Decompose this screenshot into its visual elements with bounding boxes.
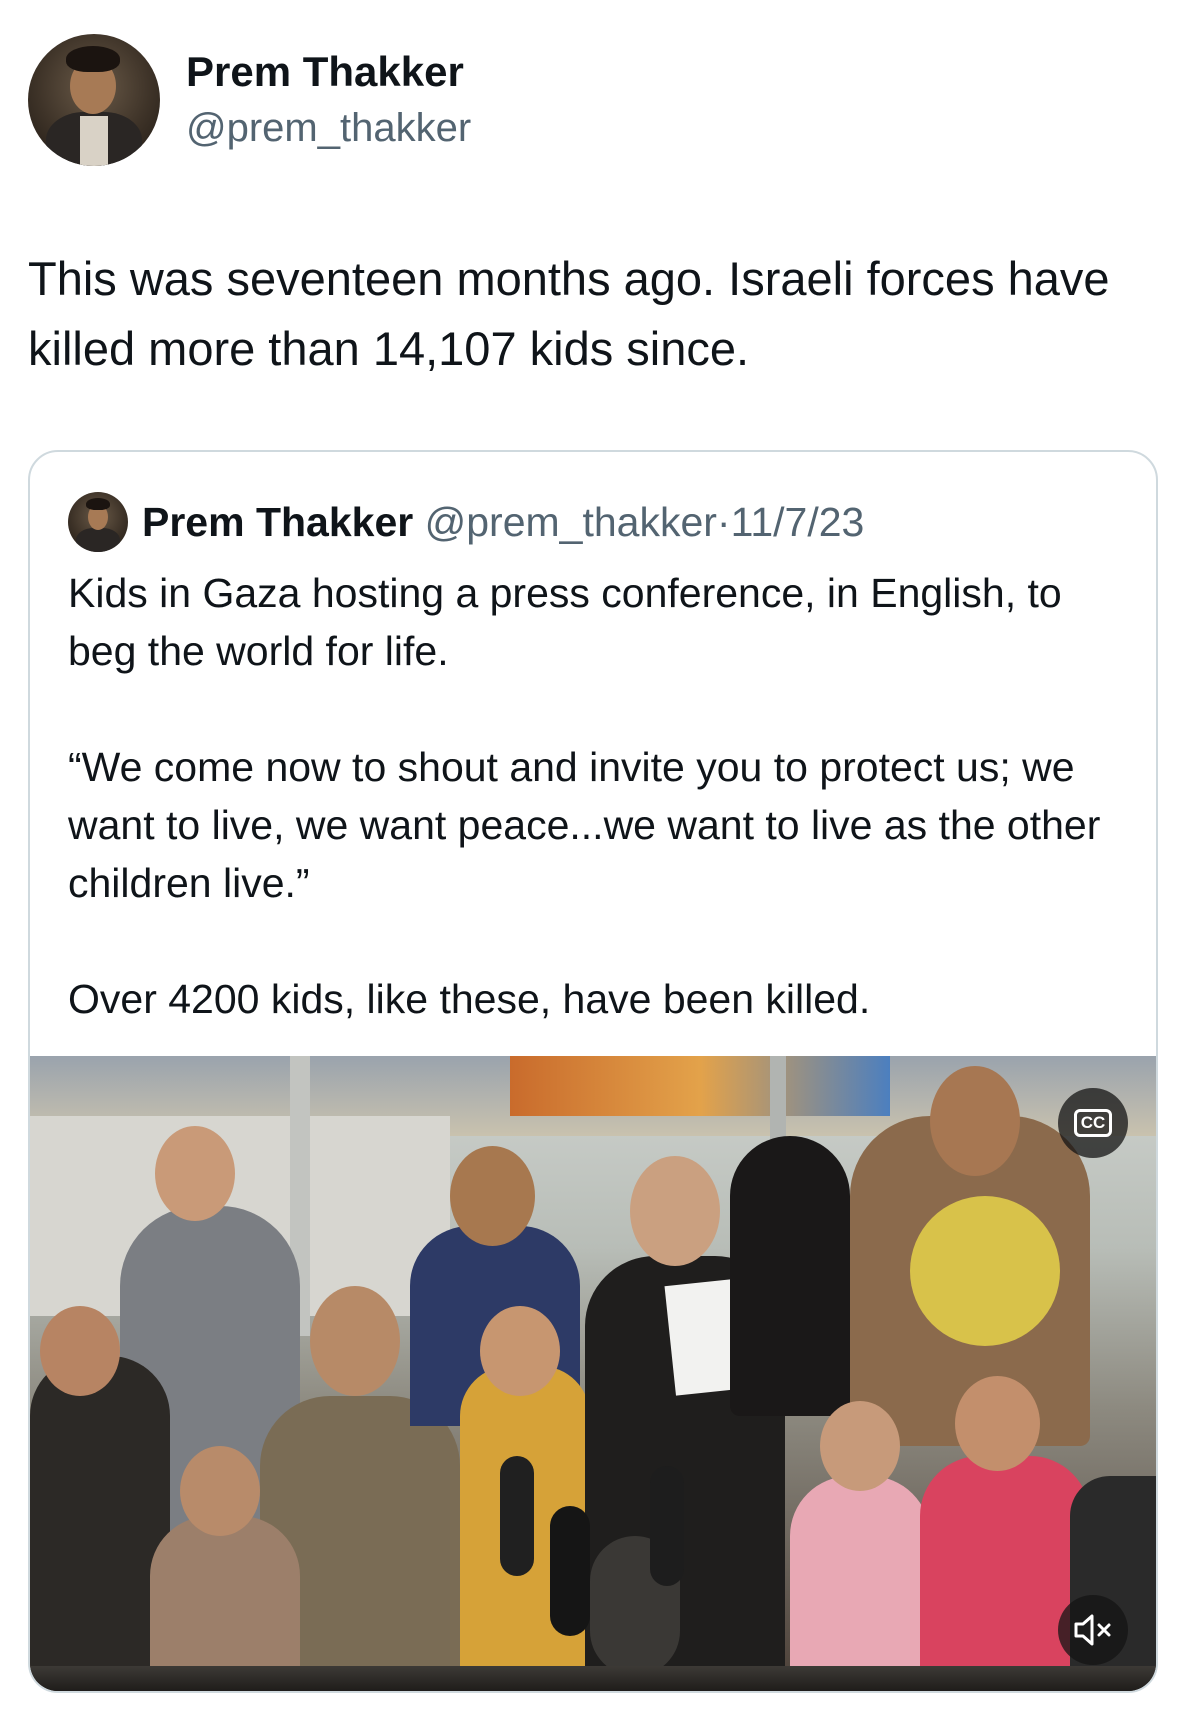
quoted-tweet-card[interactable]: Prem Thakker @prem_thakker·11/7/23 Kids … (28, 450, 1158, 1693)
quoted-author-avatar[interactable] (68, 492, 128, 552)
avatar-hair-shape (86, 498, 110, 510)
video-microphone (550, 1506, 590, 1636)
video-person-shape (30, 1356, 170, 1691)
video-person-head (310, 1286, 400, 1396)
quoted-tweet-header: Prem Thakker @prem_thakker·11/7/23 (142, 492, 864, 552)
video-toddler-shape (910, 1196, 1060, 1346)
video-person-head (450, 1146, 535, 1246)
video-person-shape (730, 1136, 850, 1416)
quoted-author-handle[interactable]: @prem_thakker (425, 499, 717, 545)
unmute-button[interactable] (1058, 1595, 1128, 1665)
author-handle[interactable]: @prem_thakker (186, 106, 471, 151)
meta-separator: · (716, 499, 731, 545)
video-person-head (180, 1446, 260, 1536)
video-player[interactable]: CC (30, 1056, 1156, 1691)
closed-captions-button[interactable]: CC (1058, 1088, 1128, 1158)
video-person-head (480, 1306, 560, 1396)
video-person-head (930, 1066, 1020, 1176)
video-microphone (500, 1456, 534, 1576)
video-background-tent (510, 1056, 890, 1116)
quoted-paragraph: Over 4200 kids, like these, have been ki… (68, 976, 871, 1022)
quoted-tweet-text: Kids in Gaza hosting a press conference,… (68, 564, 1128, 1028)
video-person-shape (790, 1476, 930, 1691)
author-name[interactable]: Prem Thakker (186, 48, 464, 96)
video-microphone (650, 1466, 684, 1586)
video-person-head (40, 1306, 120, 1396)
video-person-head (955, 1376, 1040, 1471)
author-avatar[interactable] (28, 34, 160, 166)
video-person-head (155, 1126, 235, 1221)
closed-captions-icon: CC (1073, 1109, 1113, 1137)
quoted-paragraph: “We come now to shout and invite you to … (68, 744, 1101, 906)
avatar-body-shape (76, 528, 120, 552)
video-speaking-child-head (630, 1156, 720, 1266)
quoted-author-name[interactable]: Prem Thakker (142, 499, 413, 545)
quoted-paragraph: Kids in Gaza hosting a press conference,… (68, 570, 1062, 674)
quoted-date[interactable]: 11/7/23 (731, 499, 865, 545)
video-person-head (820, 1401, 900, 1491)
avatar-shirt-shape (80, 116, 108, 166)
video-bottom-rail (30, 1666, 1156, 1691)
avatar-hair-shape (66, 46, 120, 72)
video-person-shape (920, 1456, 1090, 1691)
speaker-muted-icon (1074, 1614, 1111, 1646)
tweet-text: This was seventeen months ago. Israeli f… (28, 252, 1110, 375)
